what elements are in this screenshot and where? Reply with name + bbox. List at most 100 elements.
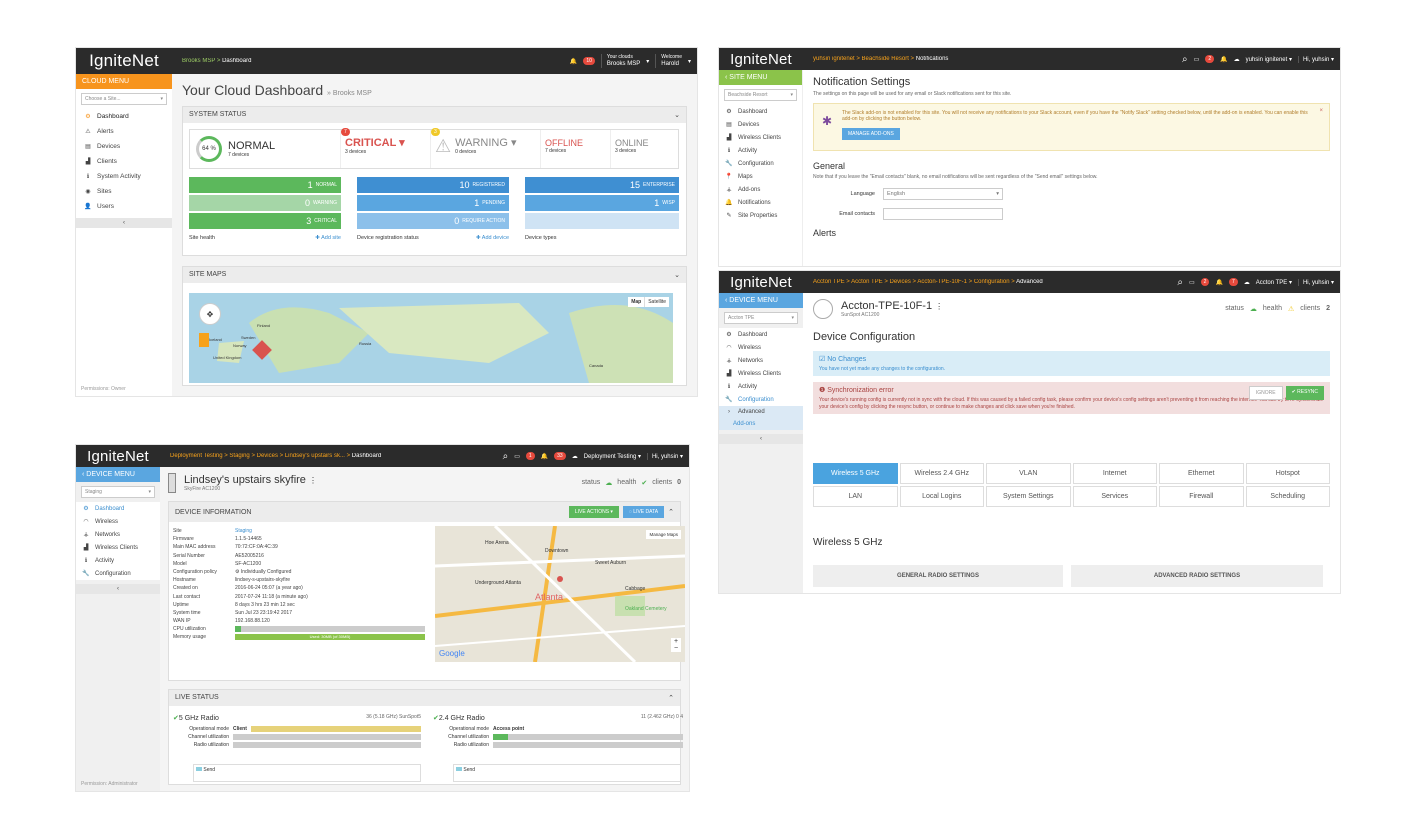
sidebar-item-activity[interactable]: ℹ Activity	[719, 380, 803, 393]
health-normal-bar[interactable]: 1 NORMAL	[189, 177, 341, 193]
type-enterprise-bar[interactable]: 15 ENTERPRISE	[525, 177, 679, 193]
site-select[interactable]: Staging ▾	[81, 486, 155, 498]
email-contacts-input[interactable]	[883, 208, 1003, 220]
sidebar-item-maps[interactable]: 📍 Maps	[719, 170, 802, 183]
sidebar-item-configuration[interactable]: 🔧 Configuration	[76, 567, 160, 580]
sidebar-item-clients[interactable]: ▟ Clients	[76, 154, 172, 169]
device-menu-header[interactable]: ‹ DEVICE MENU	[76, 467, 160, 482]
site-select[interactable]: Beachside Resort ▾	[724, 89, 797, 101]
devices-icon[interactable]: ▭	[1189, 279, 1195, 286]
tab-system-settings[interactable]: System Settings	[986, 486, 1071, 507]
sidebar-item-system-activity[interactable]: ℹ System Activity	[76, 169, 172, 184]
chevron-up-icon[interactable]: ⌃	[668, 508, 674, 516]
search-icon[interactable]: ⌕	[1182, 54, 1188, 65]
sidebar-item-devices[interactable]: ▤ Devices	[76, 139, 172, 154]
sidebar-item-sites[interactable]: ◉ Sites	[76, 184, 172, 199]
sidebar-item-activity[interactable]: ℹ Activity	[76, 554, 160, 567]
sidebar-item-alerts[interactable]: ⚠ Alerts	[76, 124, 172, 139]
offline-card[interactable]: OFFLINE 7 devices	[540, 130, 610, 168]
live-actions-button[interactable]: LIVE ACTIONS ▾	[568, 506, 619, 518]
bell-icon[interactable]: 🔔	[1215, 279, 1222, 286]
map-pan-control[interactable]: ✥	[199, 303, 221, 325]
welcome-dropdown[interactable]: Welcome Harold	[655, 54, 682, 68]
sidebar-item-devices[interactable]: ▤ Devices	[719, 118, 802, 131]
user-dropdown[interactable]: Hi, yuhsin ▾	[1297, 278, 1334, 286]
user-dropdown[interactable]: Hi, yuhsin ▾	[1297, 55, 1334, 63]
cloud-dropdown[interactable]: Accton TPE ▾	[1256, 279, 1292, 286]
site-select[interactable]: Accton TPE ▾	[724, 312, 798, 324]
tab-firewall[interactable]: Firewall	[1159, 486, 1244, 507]
street-view-icon[interactable]	[199, 333, 209, 347]
satellite-button[interactable]: Satellite	[644, 297, 669, 307]
sidebar-item-dashboard[interactable]: ⚙ Dashboard	[76, 109, 172, 124]
normal-card[interactable]: 64 % NORMAL 7 devices	[190, 130, 340, 168]
sidebar-item-notifications[interactable]: 🔔 Notifications	[719, 196, 802, 209]
tab-vlan[interactable]: VLAN	[986, 463, 1071, 484]
sidebar-item-networks[interactable]: ⚶ Networks	[719, 354, 803, 367]
map-marker[interactable]	[557, 576, 563, 582]
device-menu-header[interactable]: ‹ DEVICE MENU	[719, 293, 803, 308]
map-button[interactable]: Map	[628, 297, 645, 307]
tab-wireless-5ghz[interactable]: Wireless 5 GHz	[813, 463, 898, 484]
sidebar-collapse-button[interactable]: ‹	[719, 434, 803, 444]
sidebar-collapse-button[interactable]: ‹	[76, 218, 172, 228]
manage-add-ons-button[interactable]: MANAGE ADD-ONS	[842, 128, 900, 140]
cloud-dropdown[interactable]: Deployment Testing ▾	[584, 453, 641, 460]
sidebar-item-wireless[interactable]: ◠ Wireless	[719, 341, 803, 354]
sidebar-item-configuration[interactable]: 🔧 Configuration	[719, 157, 802, 170]
sidebar-item-wireless-clients[interactable]: ▟ Wireless Clients	[719, 131, 802, 144]
sidebar-item-dashboard[interactable]: ⚙ Dashboard	[719, 328, 803, 341]
ignore-button[interactable]: IGNORE	[1248, 386, 1283, 400]
site-maps-header[interactable]: SITE MAPS ⌄	[183, 267, 686, 283]
tab-hotspot[interactable]: Hotspot	[1245, 463, 1330, 484]
sidebar-item-site-properties[interactable]: ✎ Site Properties	[719, 209, 802, 222]
bell-icon[interactable]: 🔔	[1220, 56, 1227, 63]
sidebar-item-dashboard[interactable]: ⚙ Dashboard	[76, 502, 160, 515]
sidebar-item-networks[interactable]: ⚶ Networks	[76, 528, 160, 541]
tab-services[interactable]: Services	[1072, 486, 1157, 507]
live-status-header[interactable]: LIVE STATUS ⌃	[169, 690, 680, 706]
clouds-dropdown[interactable]: Your clouds Brooks MSP	[600, 54, 640, 68]
more-menu-icon[interactable]: ⋮	[309, 476, 317, 485]
info-value-site-link[interactable]: Staging	[235, 528, 425, 534]
online-card[interactable]: ONLINE 3 devices	[610, 130, 678, 168]
tab-ethernet[interactable]: Ethernet	[1159, 463, 1244, 484]
language-select[interactable]: English ▾	[883, 188, 1003, 200]
live-data-button[interactable]: ◌ LIVE DATA	[622, 506, 665, 518]
sidebar-item-wireless-clients[interactable]: ▟ Wireless Clients	[76, 541, 160, 554]
add-device-link[interactable]: ✚ Add device	[476, 235, 509, 241]
breadcrumb-link[interactable]: yuhsin ignitenet > Beachside Resort >	[813, 56, 916, 62]
bell-icon[interactable]: 🔔	[541, 453, 548, 460]
add-site-link[interactable]: ✚ Add site	[315, 235, 341, 241]
sidebar-item-add-ons[interactable]: Add-ons	[719, 418, 803, 430]
type-wisp-bar[interactable]: 1 WISP	[525, 195, 679, 211]
system-status-header[interactable]: SYSTEM STATUS ⌄	[183, 107, 686, 123]
search-icon[interactable]: ⌕	[1177, 277, 1183, 288]
reg-registered-bar[interactable]: 10 REGISTERED	[357, 177, 509, 193]
user-dropdown[interactable]: Hi, yuhsin ▾	[646, 452, 683, 460]
tab-wireless-24ghz[interactable]: Wireless 2.4 GHz	[899, 463, 984, 484]
devices-icon[interactable]: ▭	[1194, 56, 1200, 63]
tab-scheduling[interactable]: Scheduling	[1245, 486, 1330, 507]
breadcrumb-link[interactable]: Deployment Testing > Staging > Devices >…	[170, 453, 352, 459]
tab-internet[interactable]: Internet	[1072, 463, 1157, 484]
manage-maps-button[interactable]: Manage Maps	[646, 530, 681, 539]
resync-button[interactable]: ✔ RESYNC	[1285, 386, 1324, 400]
breadcrumb-link[interactable]: Brooks MSP >	[182, 58, 222, 64]
breadcrumb-link[interactable]: Accton TPE > Accton TPE > Devices > Acct…	[813, 279, 1016, 285]
reg-pending-bar[interactable]: 1 PENDING	[357, 195, 509, 211]
tab-local-logins[interactable]: Local Logins	[899, 486, 984, 507]
sidebar-item-users[interactable]: 👤 Users	[76, 199, 172, 214]
search-icon[interactable]: ⌕	[503, 451, 509, 462]
sidebar-item-configuration[interactable]: 🔧 Configuration	[719, 393, 803, 406]
cloud-dropdown[interactable]: yuhsin ignitenet ▾	[1246, 56, 1292, 63]
sidebar-item-advanced[interactable]: › Advanced	[719, 406, 803, 418]
warning-card[interactable]: 3 ⚠ WARNING ▾ 0 devices	[430, 128, 540, 168]
bell-icon[interactable]: 🔔	[570, 58, 577, 65]
site-select[interactable]: Choose a Site... ▾	[81, 93, 167, 105]
device-location-map[interactable]: Downtown Sweet Auburn Atlanta Cabbage Oa…	[435, 526, 685, 662]
sidebar-item-wireless-clients[interactable]: ▟ Wireless Clients	[719, 367, 803, 380]
health-critical-bar[interactable]: 3 CRITICAL	[189, 213, 341, 229]
sidebar-item-activity[interactable]: ℹ Activity	[719, 144, 802, 157]
site-map[interactable]: ✥ Map Satellite Finland Sweden Norway Rus…	[189, 293, 673, 383]
